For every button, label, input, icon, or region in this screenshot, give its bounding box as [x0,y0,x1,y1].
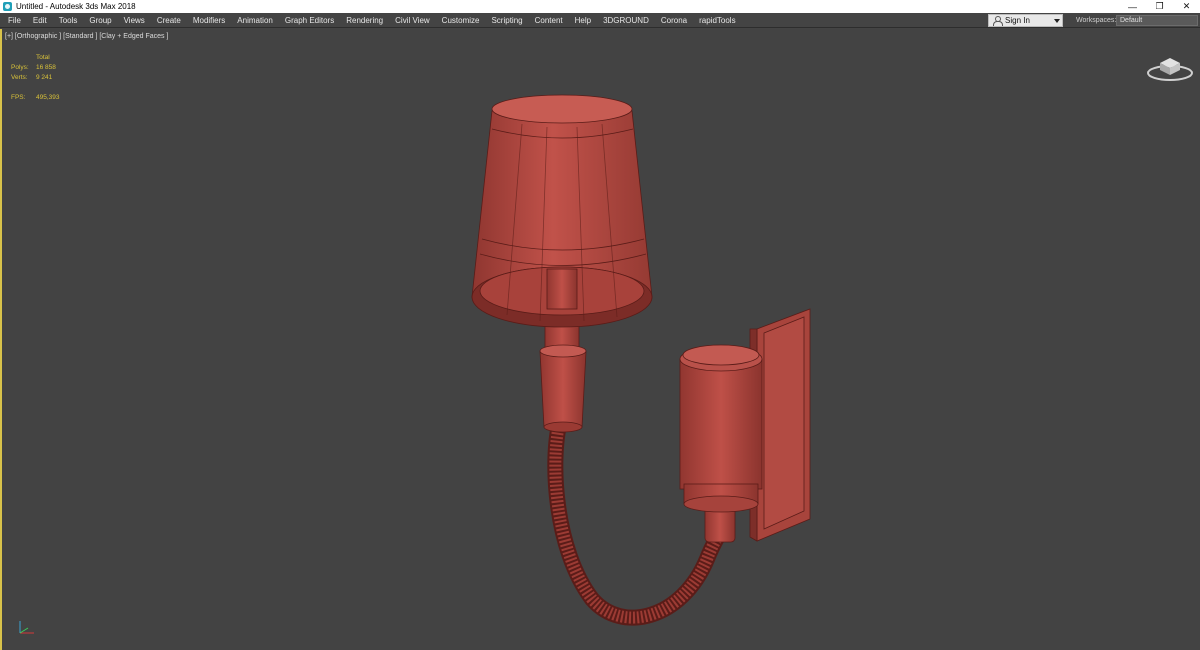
user-icon [993,16,1003,26]
menu-item-3dground[interactable]: 3DGROUND [597,13,655,28]
menu-item-rendering[interactable]: Rendering [340,13,389,28]
menu-bar: File Edit Tools Group Views Create Modifiers An… [0,13,1200,28]
app-icon [3,2,12,11]
workspaces-label: Workspaces: [1076,17,1117,24]
menu-item-edit[interactable]: Edit [27,13,53,28]
verts-label: Verts: [11,74,28,81]
menu-item-animation[interactable]: Animation [231,13,279,28]
menu-item-modifiers[interactable]: Modifiers [187,13,231,28]
menu-item-graph-editors[interactable]: Graph Editors [279,13,340,28]
menu-item-corona[interactable]: Corona [655,13,693,28]
polys-label: Polys: [11,64,29,71]
menu-item-create[interactable]: Create [151,13,187,28]
viewport[interactable]: [+] [Orthographic ] [Standard ] [Clay + … [0,29,1200,650]
menu-item-civil-view[interactable]: Civil View [389,13,436,28]
wall-sconce-model[interactable] [2,29,1200,650]
axis-tripod-icon [19,621,34,634]
menu-item-tools[interactable]: Tools [53,13,84,28]
sign-in-label: Sign In [1005,16,1030,25]
chevron-down-icon[interactable] [1054,19,1060,23]
fps-label: FPS: [11,94,26,101]
menu-item-customize[interactable]: Customize [436,13,486,28]
fps-value: 495,393 [36,94,60,101]
verts-value: 9 241 [36,74,53,81]
menu-item-help[interactable]: Help [569,13,597,28]
title-bar: Untitled - Autodesk 3ds Max 2018 — ❐ ✕ [0,0,1200,13]
menu-item-content[interactable]: Content [529,13,569,28]
close-button[interactable]: ✕ [1173,0,1200,13]
stats-header: Total [36,54,50,61]
viewcube-icon[interactable] [1146,51,1194,83]
menu-item-rapidtools[interactable]: rapidTools [693,13,741,28]
minimize-button[interactable]: — [1119,0,1146,13]
menu-item-scripting[interactable]: Scripting [485,13,528,28]
menu-item-views[interactable]: Views [118,13,151,28]
viewport-statistics: Total Polys: 16 858 Verts: 9 241 FPS: 49… [11,53,60,103]
viewport-label[interactable]: [+] [Orthographic ] [Standard ] [Clay + … [5,33,168,40]
polys-value: 16 858 [36,64,56,71]
window-controls: — ❐ ✕ [1119,0,1200,13]
window-title: Untitled - Autodesk 3ds Max 2018 [16,2,136,11]
menu-items: File Edit Tools Group Views Create Modifiers An… [0,13,742,28]
workspaces-select[interactable]: Default [1116,15,1198,26]
menu-item-file[interactable]: File [2,13,27,28]
restore-button[interactable]: ❐ [1146,0,1173,13]
menu-item-group[interactable]: Group [83,13,117,28]
sign-in-dropdown[interactable]: Sign In [988,14,1063,27]
